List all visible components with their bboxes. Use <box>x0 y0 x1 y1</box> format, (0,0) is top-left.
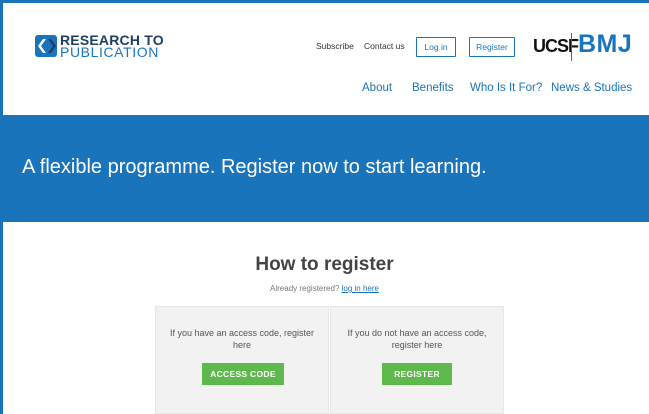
nav-who-is-it-for[interactable]: Who Is It For? <box>470 82 542 94</box>
nav-news-studies[interactable]: News & Studies <box>551 82 632 94</box>
nav-benefits[interactable]: Benefits <box>412 82 454 94</box>
no-access-code-card-text: If you do not have an access code, regis… <box>347 328 487 350</box>
log-in-here-link[interactable]: log in here <box>342 284 379 293</box>
nav-about[interactable]: About <box>362 82 392 94</box>
register-button-header[interactable]: Register <box>469 37 515 57</box>
access-code-button[interactable]: ACCESS CODE <box>202 363 284 385</box>
access-code-card: If you have an access code, register her… <box>155 306 329 414</box>
section-title: How to register <box>255 254 394 275</box>
hero-headline: A flexible programme. Register now to st… <box>22 156 487 178</box>
hero-banner: A flexible programme. Register now to st… <box>3 115 649 222</box>
already-registered-text: Already registered? log in here <box>0 284 649 293</box>
access-code-card-text: If you have an access code, register her… <box>169 328 315 350</box>
no-access-code-card: If you do not have an access code, regis… <box>330 306 504 414</box>
page: RESEARCH TO PUBLICATION Subscribe Contac… <box>0 0 649 414</box>
bmj-logo[interactable]: BMJ <box>578 30 632 59</box>
partner-divider <box>571 33 572 61</box>
register-button[interactable]: REGISTER <box>382 363 452 385</box>
subscribe-link[interactable]: Subscribe <box>316 41 354 51</box>
already-registered-label: Already registered? <box>270 284 340 293</box>
contact-us-link[interactable]: Contact us <box>364 41 405 51</box>
log-in-button[interactable]: Log in <box>416 37 456 57</box>
site-header: RESEARCH TO PUBLICATION Subscribe Contac… <box>3 3 649 115</box>
